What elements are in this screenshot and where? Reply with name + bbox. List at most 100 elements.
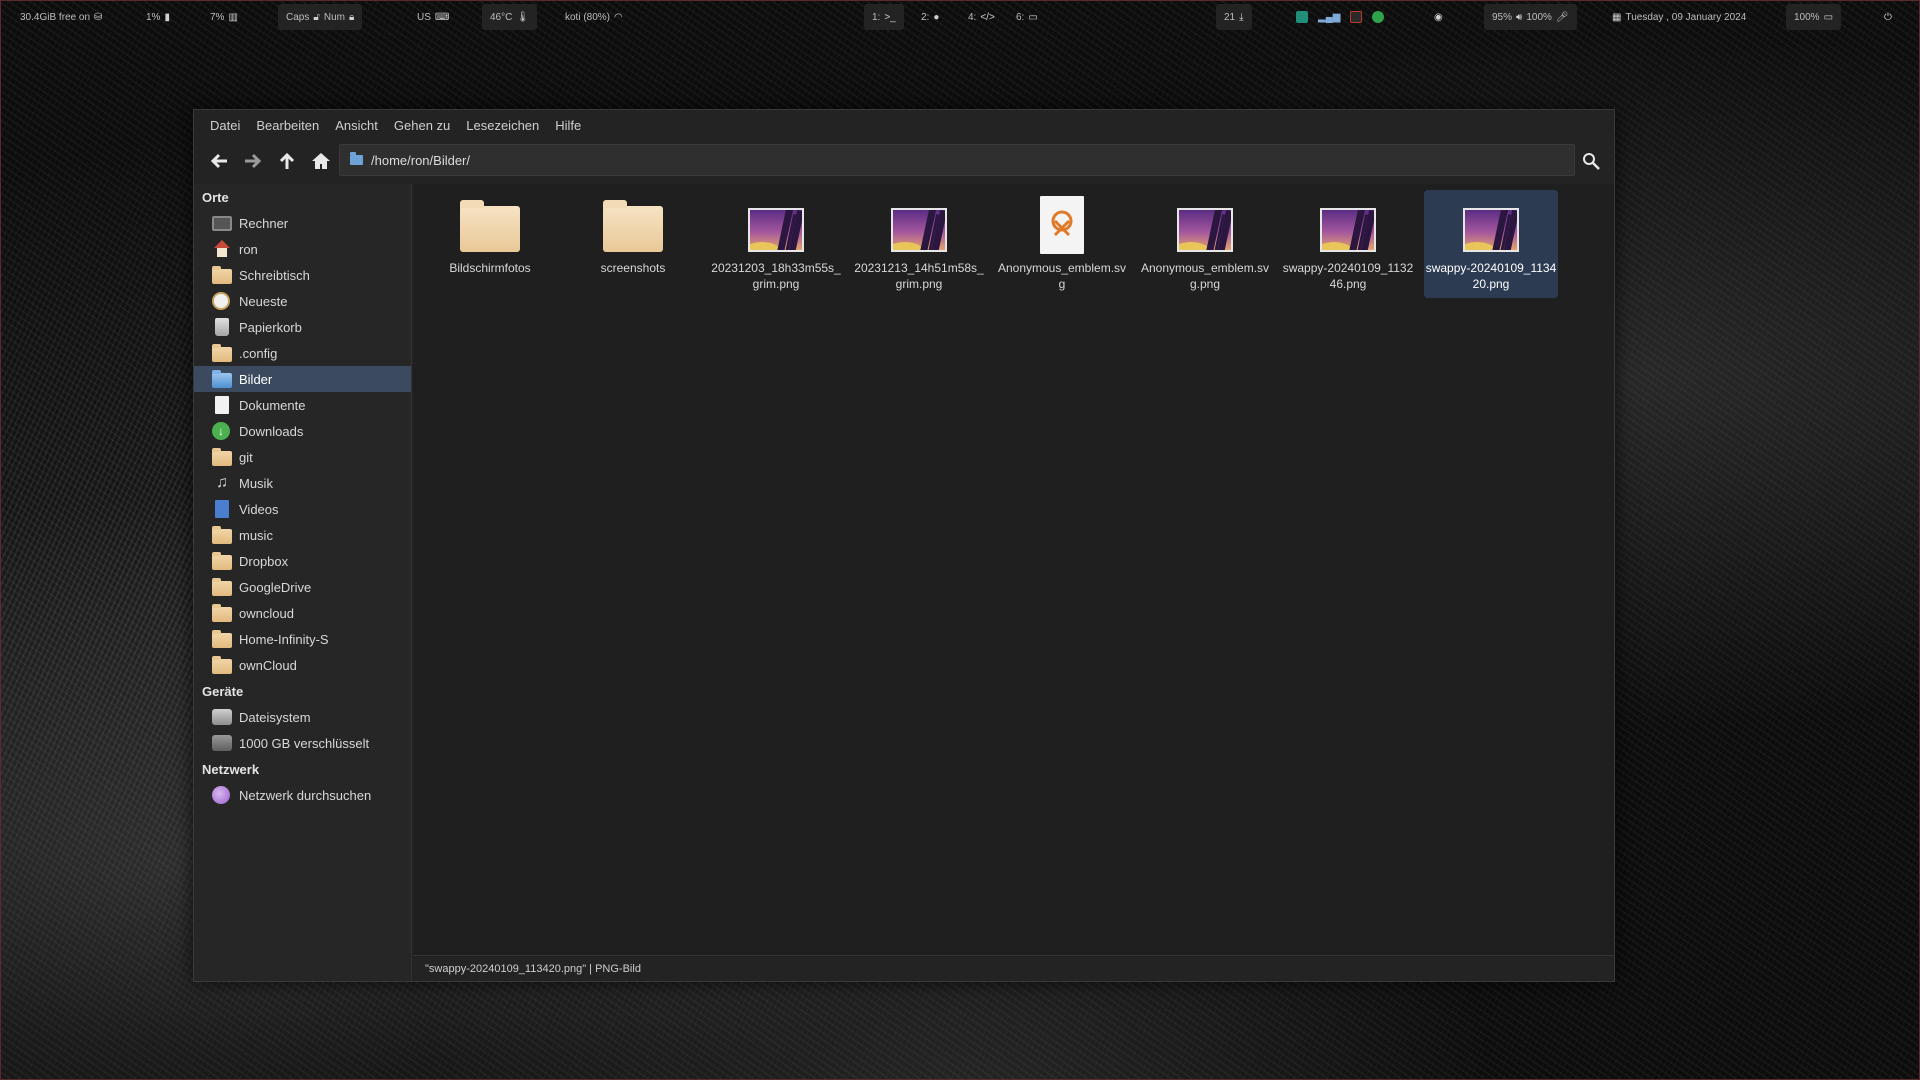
back-button[interactable] bbox=[202, 144, 236, 178]
location-bar[interactable]: /home/ron/Bilder/ bbox=[339, 144, 1575, 176]
sidebar-heading-devices: Geräte bbox=[202, 683, 244, 699]
microphone-icon: 🎤︎ bbox=[1555, 11, 1569, 23]
file-item-svg[interactable]: Anonymous_emblem.svg bbox=[995, 190, 1129, 298]
image-icon bbox=[1320, 208, 1376, 252]
file-item-image[interactable]: swappy-20240109_113246.png bbox=[1281, 190, 1415, 298]
folder-icon bbox=[212, 629, 232, 648]
file-item-folder[interactable]: screenshots bbox=[566, 190, 700, 298]
thermometer-icon: 🌡︎ bbox=[516, 11, 530, 23]
wifi-widget[interactable]: koti (80%) ◠ bbox=[565, 8, 623, 26]
sidebar-item-trash[interactable]: Papierkorb bbox=[194, 314, 411, 340]
menu-edit[interactable]: Bearbeiten bbox=[248, 114, 327, 137]
memory-widget[interactable]: 1% ▮ bbox=[146, 8, 170, 26]
folder-icon: ▭ bbox=[1028, 11, 1038, 23]
tray-system-icon[interactable] bbox=[1350, 11, 1363, 23]
music-icon: ♫ bbox=[216, 474, 228, 491]
sidebar-item-label: GoogleDrive bbox=[239, 579, 312, 595]
workspace-4[interactable]: 4: </> bbox=[968, 8, 995, 26]
image-icon bbox=[1177, 208, 1233, 252]
menu-file[interactable]: Datei bbox=[202, 114, 248, 137]
sidebar-item-browse-network[interactable]: Netzwerk durchsuchen bbox=[194, 782, 411, 808]
sidebar-item-label: Papierkorb bbox=[239, 319, 302, 335]
disk-space-widget[interactable]: 30.4GiB free on ⛁ bbox=[20, 8, 102, 26]
sidebar-item-pictures[interactable]: Bilder bbox=[194, 366, 411, 392]
sidebar-item-encrypted-drive[interactable]: 1000 GB verschlüsselt bbox=[194, 730, 411, 756]
download-icon: ⤓ bbox=[1239, 11, 1244, 23]
cpu-widget[interactable]: 7% ▥ bbox=[210, 8, 238, 26]
sidebar-item-home[interactable]: ron bbox=[194, 236, 411, 262]
workspace-2[interactable]: 2: ● bbox=[921, 8, 939, 26]
terminal-icon: >_ bbox=[884, 11, 896, 23]
workspace-1[interactable]: 1: >_ bbox=[864, 4, 904, 30]
updates-count: 21 bbox=[1224, 11, 1236, 23]
file-name: swappy-20240109_113420.png bbox=[1425, 261, 1557, 291]
volume-label: 100% bbox=[1526, 11, 1552, 23]
sidebar-item-music-library[interactable]: ♫ Musik bbox=[194, 470, 411, 496]
folder-icon bbox=[212, 603, 232, 622]
sidebar-item-label: music bbox=[239, 527, 273, 543]
sidebar-item-owncloud[interactable]: ownCloud bbox=[194, 652, 411, 678]
sidebar-item-label: Bilder bbox=[239, 371, 273, 387]
tray-status-icon[interactable] bbox=[1372, 11, 1385, 23]
file-item-image[interactable]: 20231203_18h33m55s_grim.png bbox=[709, 190, 843, 298]
tray-app-icon[interactable] bbox=[1296, 11, 1308, 23]
file-item-image[interactable]: Anonymous_emblem.svg.png bbox=[1138, 190, 1272, 298]
sidebar-item-filesystem[interactable]: Dateisystem bbox=[194, 704, 411, 730]
sidebar: Orte Rechner ron Schreibtisch Neueste Pa… bbox=[194, 184, 412, 981]
speaker-icon: 🔊︎ bbox=[1516, 11, 1523, 23]
sidebar-item-desktop[interactable]: Schreibtisch bbox=[194, 262, 411, 288]
workspace-6[interactable]: 6: ▭ bbox=[1016, 8, 1038, 26]
sidebar-item-recent[interactable]: Neueste bbox=[194, 288, 411, 314]
home-icon bbox=[312, 153, 330, 169]
image-icon bbox=[1463, 208, 1519, 252]
menu-go[interactable]: Gehen zu bbox=[386, 114, 458, 137]
sidebar-item-label: Schreibtisch bbox=[239, 267, 310, 283]
sidebar-item-downloads[interactable]: ↓ Downloads bbox=[194, 418, 411, 444]
folder-icon bbox=[212, 447, 232, 466]
battery-widget[interactable]: 100% ▭ bbox=[1786, 4, 1842, 30]
num-label: Num bbox=[323, 11, 345, 23]
home-button[interactable] bbox=[304, 144, 338, 178]
audio-widget[interactable]: 95% 🔊︎ 100% 🎤︎ bbox=[1484, 4, 1577, 30]
file-view[interactable]: Bildschirmfotos screenshots 20231203_18h… bbox=[413, 184, 1614, 955]
file-thumbnail bbox=[746, 196, 806, 254]
file-name: Bildschirmfotos bbox=[449, 261, 531, 275]
download-icon: ↓ bbox=[212, 422, 230, 440]
parent-folder-button[interactable] bbox=[270, 144, 304, 178]
sidebar-item-git[interactable]: git bbox=[194, 444, 411, 470]
sidebar-item-dropbox[interactable]: Dropbox bbox=[194, 548, 411, 574]
clock-widget[interactable]: ▦ Tuesday , 09 January 2024 bbox=[1612, 8, 1746, 26]
updates-widget[interactable]: 21 ⤓ bbox=[1216, 4, 1252, 30]
search-button[interactable] bbox=[1576, 146, 1606, 176]
power-icon: ⏻ bbox=[1884, 11, 1892, 23]
file-item-folder[interactable]: Bildschirmfotos bbox=[423, 190, 557, 298]
forward-button[interactable] bbox=[236, 144, 270, 178]
sidebar-item-owncloud-lower[interactable]: owncloud bbox=[194, 600, 411, 626]
folder-icon bbox=[350, 152, 363, 165]
search-icon bbox=[1583, 153, 1600, 170]
eye-widget[interactable]: ◉ bbox=[1434, 8, 1443, 26]
file-thumbnail bbox=[603, 196, 663, 254]
lock-keys-widget[interactable]: Caps 🔓︎ Num 🔒︎ bbox=[278, 4, 363, 30]
sidebar-item-videos[interactable]: Videos bbox=[194, 496, 411, 522]
sidebar-item-home-infinity[interactable]: Home-Infinity-S bbox=[194, 626, 411, 652]
file-item-image-selected[interactable]: swappy-20240109_113420.png bbox=[1424, 190, 1558, 298]
signal-icon[interactable]: ▂▄▆ bbox=[1318, 12, 1340, 23]
arrow-right-icon bbox=[245, 153, 262, 169]
menu-bookmarks[interactable]: Lesezeichen bbox=[458, 114, 547, 137]
home-icon bbox=[212, 240, 232, 258]
menu-help[interactable]: Hilfe bbox=[547, 114, 589, 137]
workspace-1-label: 1: bbox=[872, 11, 881, 23]
sidebar-item-config[interactable]: .config bbox=[194, 340, 411, 366]
sidebar-item-music[interactable]: music bbox=[194, 522, 411, 548]
file-item-image[interactable]: 20231213_14h51m58s_grim.png bbox=[852, 190, 986, 298]
temperature-widget[interactable]: 46°C 🌡︎ bbox=[482, 4, 538, 30]
menu-view[interactable]: Ansicht bbox=[327, 114, 386, 137]
sidebar-item-documents[interactable]: Dokumente bbox=[194, 392, 411, 418]
keyboard-layout-widget[interactable]: US ⌨ bbox=[417, 8, 449, 26]
folder-icon bbox=[212, 343, 232, 362]
anonymous-emblem-icon bbox=[1040, 196, 1084, 254]
sidebar-item-googledrive[interactable]: GoogleDrive bbox=[194, 574, 411, 600]
sidebar-item-rechner[interactable]: Rechner bbox=[194, 210, 411, 236]
power-button[interactable]: ⏻ bbox=[1884, 8, 1892, 26]
